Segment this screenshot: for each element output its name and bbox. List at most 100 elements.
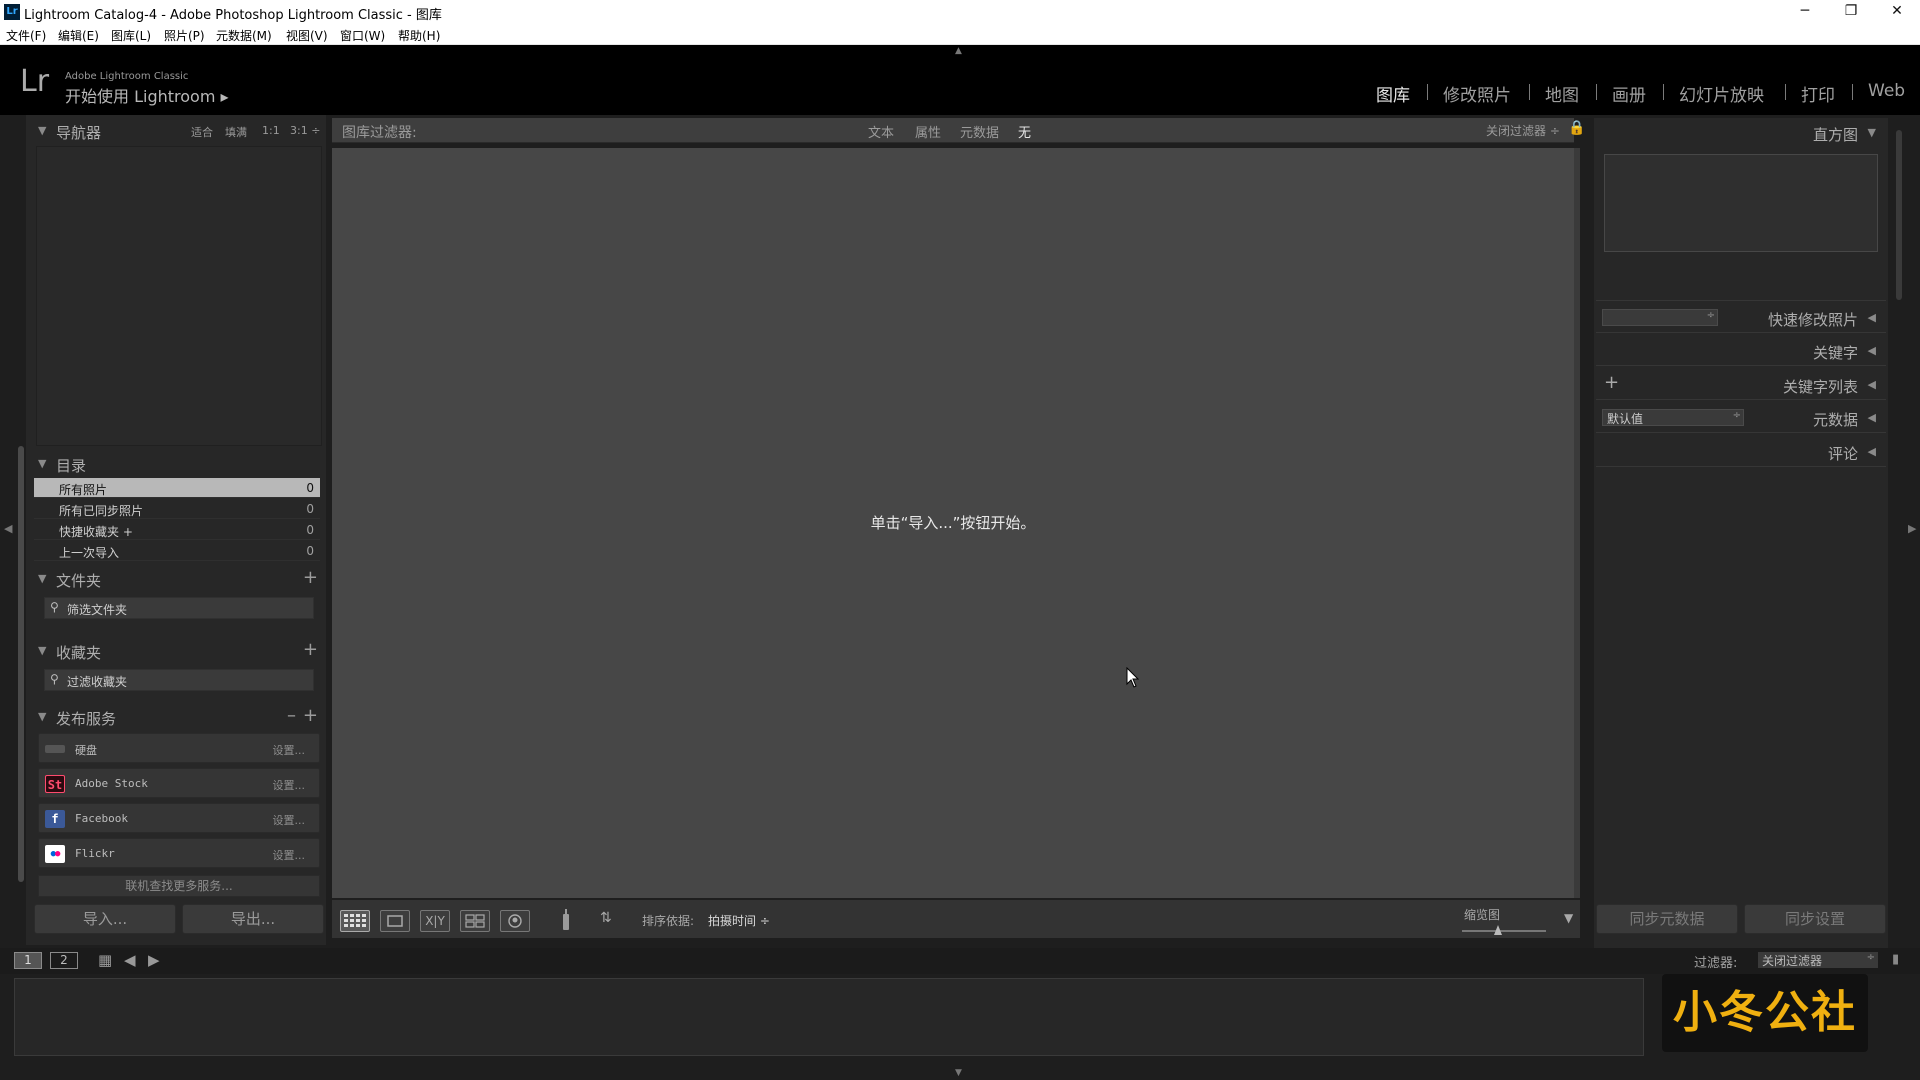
menu-window[interactable]: 窗口(W): [340, 27, 385, 44]
collection-filter-input[interactable]: ⚲ 过滤收藏夹: [44, 669, 314, 691]
menu-photo[interactable]: 照片(P): [164, 27, 205, 44]
navigator-header[interactable]: ▼ 导航器 适合 填满 1:1 3:1 ÷: [34, 118, 324, 144]
watermark-logo: 小冬公社: [1662, 974, 1868, 1052]
catalog-header[interactable]: ▼ 目录: [34, 451, 324, 477]
catalog-row-synced[interactable]: 所有已同步照片 0: [34, 499, 320, 519]
publish-facebook[interactable]: f Facebook 设置...: [38, 803, 320, 833]
add-folder-icon[interactable]: +: [303, 567, 318, 588]
add-collection-icon[interactable]: +: [303, 639, 318, 660]
menu-file[interactable]: 文件(F): [6, 27, 46, 44]
collections-header[interactable]: ▼ 收藏夹 +: [34, 638, 324, 664]
catalog-row-all-photos[interactable]: 所有照片 0: [34, 478, 320, 498]
survey-view-icon[interactable]: [460, 910, 490, 932]
saved-preset-select[interactable]: ÷: [1602, 309, 1718, 326]
collapse-top-arrow-icon[interactable]: ▲: [955, 46, 962, 56]
module-develop[interactable]: 修改照片: [1443, 81, 1511, 106]
keyword-list-header[interactable]: + 关键字列表 ◀: [1596, 370, 1886, 400]
minimize-button[interactable]: ─: [1782, 0, 1828, 24]
add-service-icon[interactable]: +: [303, 705, 318, 726]
find-more-services-button[interactable]: 联机查找更多服务...: [38, 875, 320, 897]
menu-edit[interactable]: 编辑(E): [58, 27, 99, 44]
module-book[interactable]: 画册: [1612, 81, 1646, 106]
module-library[interactable]: 图库: [1376, 81, 1410, 106]
expand-triangle-icon: ▼: [38, 644, 47, 657]
forward-arrow-icon[interactable]: ▶: [148, 951, 160, 969]
back-arrow-icon[interactable]: ◀: [124, 951, 136, 969]
filter-none[interactable]: 无: [1018, 122, 1031, 141]
metadata-header[interactable]: 默认值 ÷ 元数据 ◀: [1596, 403, 1886, 433]
right-scrollbar[interactable]: [1896, 130, 1902, 300]
quick-develop-header[interactable]: ÷ 快速修改照片 ◀: [1596, 303, 1886, 333]
restore-button[interactable]: ❐: [1828, 0, 1874, 24]
publish-adobe-stock[interactable]: St Adobe Stock 设置...: [38, 768, 320, 798]
publish-services-header[interactable]: ▼ 发布服务 – +: [34, 704, 324, 730]
collection-filter-placeholder: 过滤收藏夹: [67, 675, 128, 689]
loupe-view-icon[interactable]: [380, 910, 410, 932]
grid-view[interactable]: 单击“导入...”按钮开始。: [332, 148, 1574, 898]
metadata-preset-select[interactable]: 默认值 ÷: [1602, 409, 1744, 426]
service-setup-link[interactable]: 设置...: [273, 777, 306, 793]
right-panel-collapse-icon[interactable]: ▶: [1908, 522, 1916, 535]
import-button[interactable]: 导入...: [34, 904, 176, 934]
filter-attribute[interactable]: 属性: [915, 122, 941, 141]
catalog-row-quick-collection[interactable]: 快捷收藏夹 + 0: [34, 520, 320, 540]
menu-metadata[interactable]: 元数据(M): [216, 27, 272, 44]
service-setup-link[interactable]: 设置...: [273, 812, 306, 828]
zoom-1-1[interactable]: 1:1: [262, 124, 280, 137]
sort-label: 排序依据:: [642, 914, 695, 928]
remove-service-icon[interactable]: –: [287, 705, 296, 726]
people-view-icon[interactable]: [500, 910, 530, 932]
folder-filter-input[interactable]: ⚲ 筛选文件夹: [44, 597, 314, 619]
primary-window-button[interactable]: 1: [14, 952, 42, 969]
publish-hard-drive[interactable]: 硬盘 设置...: [38, 733, 320, 763]
collapse-bottom-arrow-icon[interactable]: ▼: [955, 1068, 962, 1078]
filmstrip[interactable]: [14, 978, 1644, 1056]
folders-header[interactable]: ▼ 文件夹 +: [34, 566, 324, 592]
sync-settings-button[interactable]: 同步设置: [1744, 904, 1886, 934]
publish-flickr[interactable]: ●● Flickr 设置...: [38, 838, 320, 868]
add-keyword-icon[interactable]: +: [1604, 372, 1619, 393]
painter-spray-icon[interactable]: [560, 908, 572, 932]
left-scrollbar[interactable]: [18, 446, 24, 882]
export-button[interactable]: 导出...: [182, 904, 324, 934]
lock-icon[interactable]: 🔒: [1568, 120, 1585, 136]
zoom-3-1[interactable]: 3:1 ÷: [290, 124, 320, 137]
catalog-row-count: 0: [306, 523, 314, 537]
filter-metadata[interactable]: 元数据: [960, 122, 999, 141]
left-panel-collapse-icon[interactable]: ◀: [4, 522, 12, 535]
comments-header[interactable]: 评论 ◀: [1596, 437, 1886, 467]
grid-grid-icon[interactable]: ▦: [98, 951, 112, 969]
filmstrip-filter-select[interactable]: 关闭过滤器 ÷: [1758, 952, 1878, 968]
close-button[interactable]: ✕: [1874, 0, 1920, 24]
filter-text[interactable]: 文本: [868, 122, 894, 141]
filter-preset-select[interactable]: 关闭过滤器 ÷: [1486, 122, 1560, 139]
zoom-fill[interactable]: 填满: [225, 124, 247, 140]
filmstrip-lock-icon[interactable]: ▮: [1892, 952, 1899, 967]
keywording-header[interactable]: 关键字 ◀: [1596, 336, 1886, 366]
toolbar-options-arrow-icon[interactable]: ▼: [1564, 911, 1573, 925]
menu-library[interactable]: 图库(L): [111, 27, 151, 44]
menu-view[interactable]: 视图(V): [286, 27, 328, 44]
histogram-header[interactable]: 直方图 ▼: [1596, 118, 1886, 148]
grid-view-icon[interactable]: [340, 910, 370, 932]
module-print[interactable]: 打印: [1801, 81, 1835, 106]
sort-direction-icon[interactable]: ⇅: [600, 910, 612, 926]
module-slideshow[interactable]: 幻灯片放映: [1679, 81, 1764, 106]
menu-help[interactable]: 帮助(H): [398, 27, 440, 44]
grid-scrollbar[interactable]: [1574, 148, 1580, 898]
compare-view-icon[interactable]: X|Y: [420, 910, 450, 932]
sort-order-select[interactable]: 拍摄时间 ÷: [708, 912, 770, 929]
service-setup-link[interactable]: 设置...: [273, 742, 306, 758]
zoom-fit[interactable]: 适合: [191, 124, 213, 140]
sync-metadata-button[interactable]: 同步元数据: [1596, 904, 1738, 934]
get-started-link[interactable]: 开始使用 Lightroom ▸: [65, 83, 229, 107]
keywording-title: 关键字: [1812, 344, 1858, 362]
catalog-row-previous-import[interactable]: 上一次导入 0: [34, 541, 320, 561]
search-icon: ⚲: [50, 672, 59, 686]
module-map[interactable]: 地图: [1545, 81, 1579, 106]
secondary-window-button[interactable]: 2: [50, 952, 78, 969]
module-web[interactable]: Web: [1868, 81, 1905, 101]
navigator-preview[interactable]: [36, 146, 322, 446]
service-setup-link[interactable]: 设置...: [273, 847, 306, 863]
thumbnail-size-slider[interactable]: [1462, 930, 1546, 932]
